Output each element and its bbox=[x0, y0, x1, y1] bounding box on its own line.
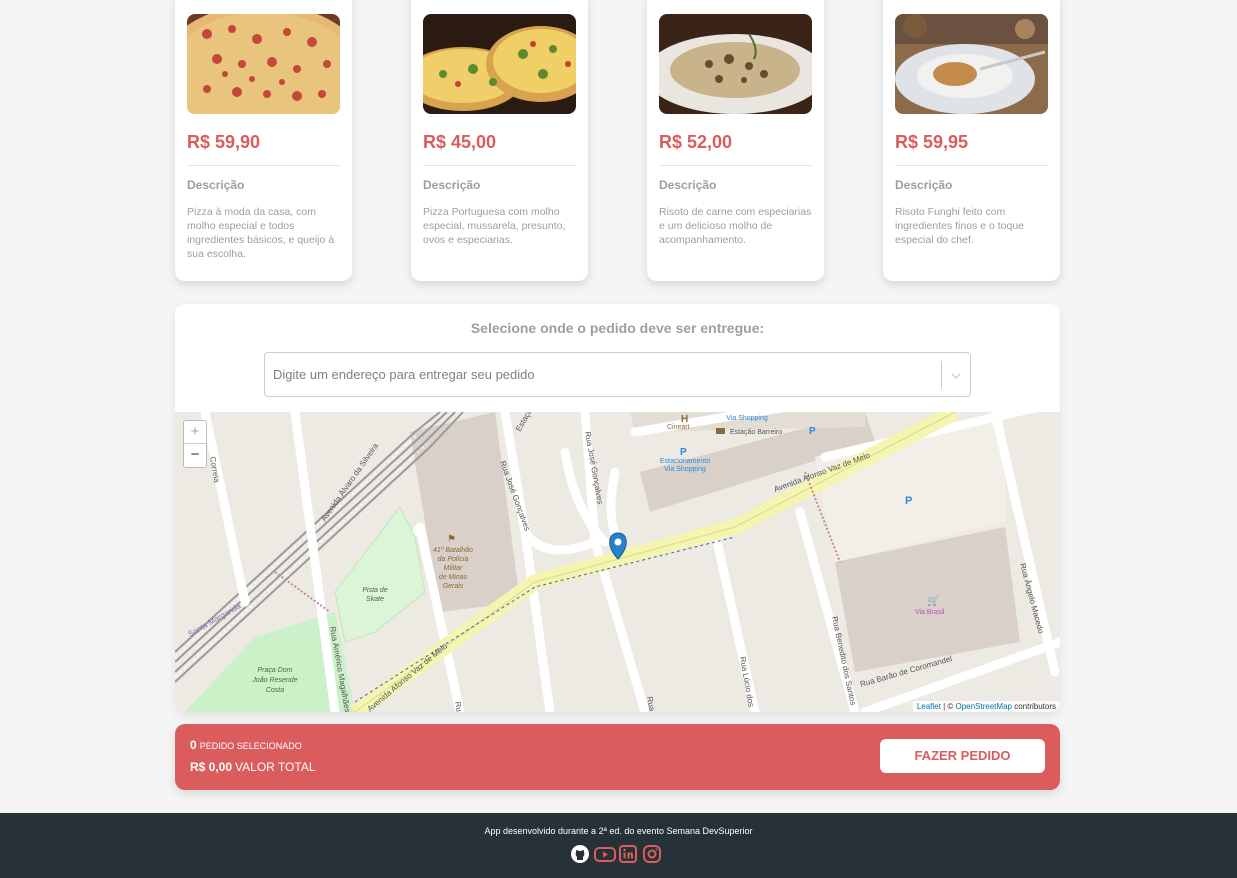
map-label: Estacionamento bbox=[660, 458, 710, 465]
place-order-button[interactable]: FAZER PEDIDO bbox=[880, 739, 1045, 773]
map-label: Costa bbox=[266, 687, 284, 694]
product-price: R$ 59,95 bbox=[895, 132, 969, 152]
risoto-carne-image bbox=[659, 14, 812, 114]
map-label: Via Shopping bbox=[726, 415, 768, 422]
map-label: Rua bbox=[453, 701, 465, 712]
youtube-icon[interactable] bbox=[594, 844, 616, 864]
map-label: Praça Dom bbox=[257, 667, 292, 674]
svg-text:P: P bbox=[905, 495, 912, 507]
selected-count-value: 0 bbox=[190, 738, 197, 752]
svg-text:H: H bbox=[681, 414, 688, 425]
map-label: João Resende bbox=[251, 677, 297, 684]
product-list: R$ 59,90 Descrição Pizza à moda da casa,… bbox=[175, 0, 1060, 281]
pizza-portuguesa-image bbox=[423, 14, 576, 114]
map-label: Via Shopping bbox=[664, 466, 706, 473]
leaflet-link[interactable]: Leaflet bbox=[917, 702, 941, 711]
product-description: Pizza à moda da casa, com molho especial… bbox=[187, 206, 335, 260]
map-label: 41º Batalhão bbox=[433, 547, 473, 554]
map-label: da Polícia bbox=[438, 556, 469, 563]
zoom-control: + − bbox=[183, 420, 207, 468]
linkedin-icon[interactable] bbox=[618, 844, 638, 864]
footer: App desenvolvido durante a 2ª ed. do eve… bbox=[0, 813, 1237, 878]
map-label: Skate bbox=[366, 596, 384, 603]
github-icon[interactable] bbox=[570, 844, 590, 864]
description-title: Descrição bbox=[895, 178, 953, 192]
total-value-amount: R$ 0,00 bbox=[190, 760, 233, 774]
svg-text:⚑: ⚑ bbox=[447, 534, 456, 545]
total-value: R$ 0,00 VALOR TOTAL bbox=[190, 760, 316, 774]
divider bbox=[423, 165, 576, 166]
map-label: de Minas bbox=[439, 574, 468, 581]
divider bbox=[187, 165, 340, 166]
product-card[interactable]: R$ 59,90 Descrição Pizza à moda da casa,… bbox=[175, 0, 352, 281]
product-description: Risoto Funghi feito com ingredientes fin… bbox=[895, 206, 1025, 246]
attribution-tail: contributors bbox=[1011, 702, 1056, 711]
map-label: Pista de bbox=[362, 587, 387, 594]
map-label: Gerais bbox=[443, 583, 464, 590]
description-title: Descrição bbox=[187, 178, 245, 192]
risoto-funghi-image bbox=[895, 14, 1048, 114]
product-price: R$ 52,00 bbox=[659, 132, 733, 152]
product-card[interactable]: R$ 52,00 Descrição Risoto de carne com e… bbox=[647, 0, 824, 281]
address-search-input[interactable]: Digite um endereço para entregar seu ped… bbox=[264, 352, 971, 397]
footer-text: App desenvolvido durante a 2ª ed. do eve… bbox=[484, 826, 753, 836]
chevron-down-icon[interactable] bbox=[948, 365, 964, 385]
order-summary: 0 PEDIDO SELECIONADO R$ 0,00 VALOR TOTAL F… bbox=[175, 724, 1060, 790]
map-label: Via Brasil bbox=[915, 609, 945, 616]
svg-text:🛒: 🛒 bbox=[927, 594, 939, 607]
address-section: Selecione onde o pedido deve ser entregu… bbox=[175, 304, 1060, 712]
total-value-label: VALOR TOTAL bbox=[235, 760, 316, 774]
map-label: Estação Barreiro bbox=[730, 429, 782, 436]
address-title: Selecione onde o pedido deve ser entregu… bbox=[470, 320, 765, 336]
openstreetmap-link[interactable]: OpenStreetMap bbox=[955, 702, 1011, 711]
divider bbox=[659, 165, 812, 166]
select-divider bbox=[941, 361, 942, 389]
instagram-icon[interactable] bbox=[642, 844, 662, 864]
attribution-separator: | © bbox=[940, 702, 956, 711]
svg-text:P: P bbox=[680, 447, 687, 458]
svg-text:P: P bbox=[809, 426, 816, 437]
description-title: Descrição bbox=[423, 178, 481, 192]
zoom-in-button[interactable]: + bbox=[184, 421, 206, 444]
selected-count: 0 PEDIDO SELECIONADO bbox=[190, 738, 302, 752]
map-label: Militar bbox=[444, 565, 463, 572]
delivery-map[interactable]: Avenida Álvaro da Silveira Rua José Gonç… bbox=[175, 412, 1060, 712]
map-attribution: Leaflet | © OpenStreetMap contributors bbox=[912, 701, 1060, 712]
map-label: Cineart bbox=[667, 424, 690, 431]
divider bbox=[895, 165, 1048, 166]
description-title: Descrição bbox=[659, 178, 717, 192]
product-price: R$ 45,00 bbox=[423, 132, 497, 152]
product-description: Pizza Portuguesa com molho especial, mus… bbox=[423, 206, 566, 246]
product-card[interactable]: R$ 45,00 Descrição Pizza Portuguesa com … bbox=[411, 0, 588, 281]
pizza-calabresa-image bbox=[187, 14, 340, 114]
product-price: R$ 59,90 bbox=[187, 132, 261, 152]
address-placeholder: Digite um endereço para entregar seu ped… bbox=[273, 367, 535, 382]
selected-count-label: PEDIDO SELECIONADO bbox=[199, 741, 302, 751]
social-links bbox=[570, 844, 662, 864]
zoom-out-button[interactable]: − bbox=[184, 444, 206, 467]
product-description: Risoto de carne com especiarias e um del… bbox=[659, 206, 812, 246]
product-card[interactable]: R$ 59,95 Descrição Risoto Funghi feito c… bbox=[883, 0, 1060, 281]
